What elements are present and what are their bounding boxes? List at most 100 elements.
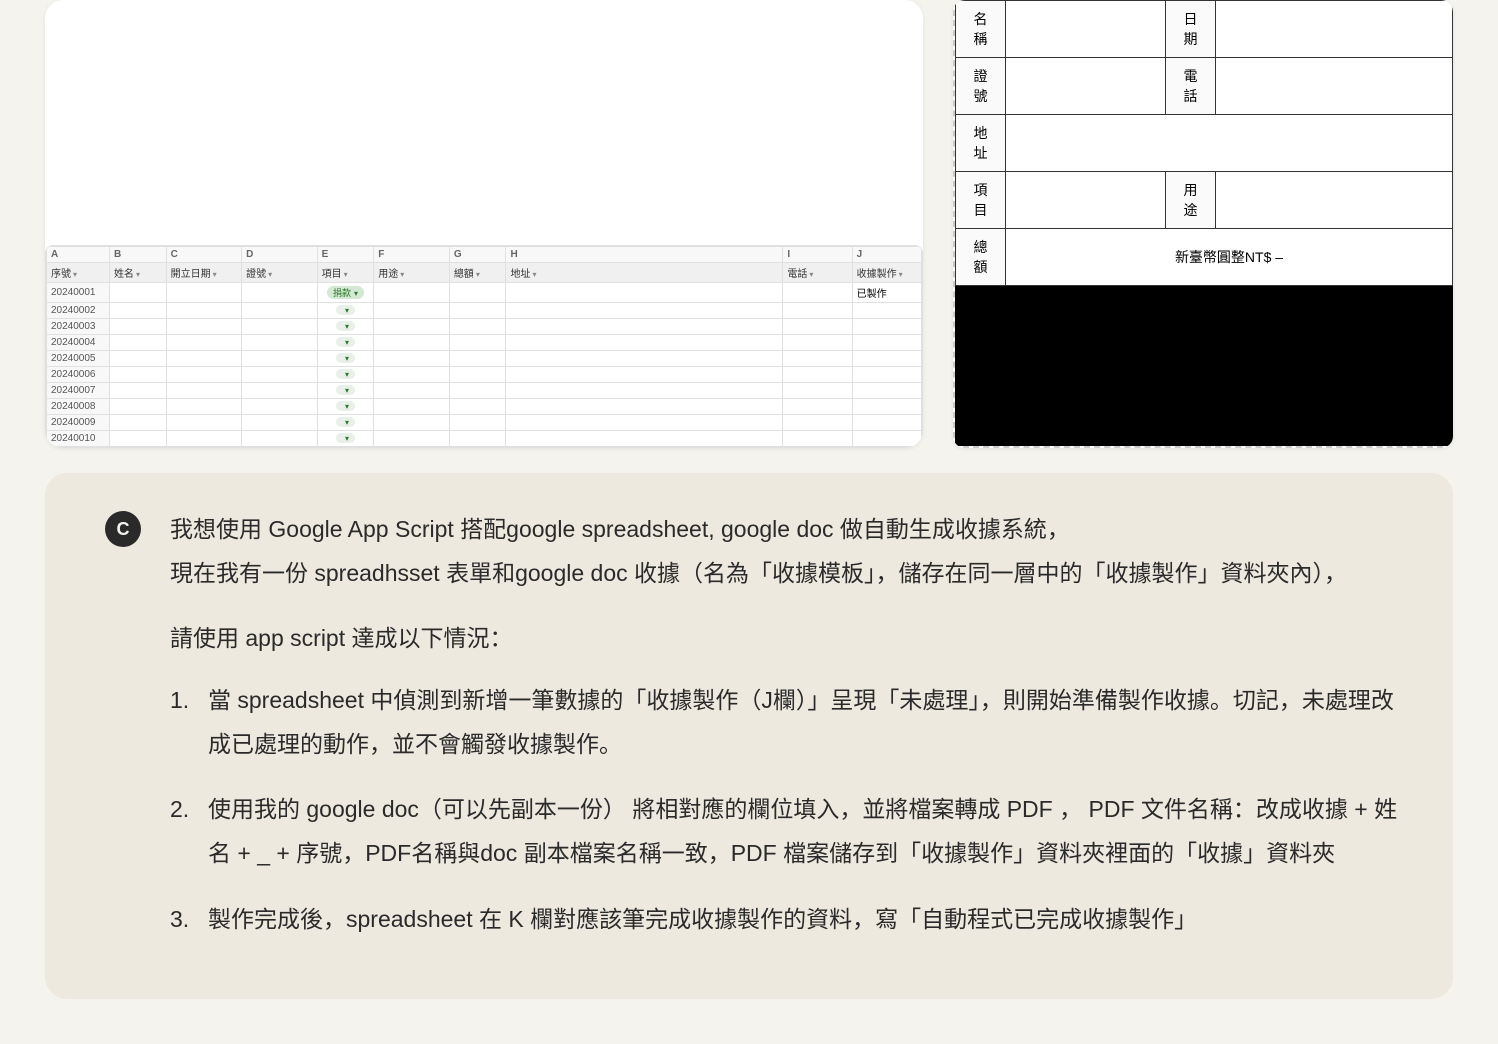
- cell-idno[interactable]: [242, 367, 318, 383]
- cell-total[interactable]: [449, 415, 506, 431]
- cell-seq[interactable]: 20240007: [47, 383, 110, 399]
- cell-name[interactable]: [109, 367, 166, 383]
- cell-item[interactable]: ▾: [317, 415, 374, 431]
- cell-total[interactable]: [449, 319, 506, 335]
- cell-item[interactable]: ▾: [317, 431, 374, 447]
- cell-name[interactable]: [109, 283, 166, 303]
- cell-name[interactable]: [109, 335, 166, 351]
- filter-icon[interactable]: ▾: [532, 270, 536, 279]
- cell-date[interactable]: [166, 431, 242, 447]
- cell-name[interactable]: [109, 383, 166, 399]
- cell-idno[interactable]: [242, 415, 318, 431]
- item-dropdown[interactable]: 捐款▾: [327, 286, 364, 299]
- cell-address[interactable]: [506, 399, 783, 415]
- filter-icon[interactable]: ▾: [809, 270, 813, 279]
- table-row[interactable]: 20240006▾: [47, 367, 922, 383]
- cell-address[interactable]: [506, 283, 783, 303]
- table-row[interactable]: 20240003 ▾: [47, 319, 922, 335]
- table-row[interactable]: 20240007▾: [47, 383, 922, 399]
- cell-phone[interactable]: [783, 335, 852, 351]
- cell-purpose[interactable]: [374, 319, 450, 335]
- item-dropdown[interactable]: ▾: [336, 401, 355, 411]
- cell-receipt[interactable]: [852, 351, 921, 367]
- cell-name[interactable]: [109, 303, 166, 319]
- filter-icon[interactable]: ▾: [476, 270, 480, 279]
- cell-idno[interactable]: [242, 383, 318, 399]
- item-dropdown[interactable]: ▾: [336, 337, 355, 347]
- filter-icon[interactable]: ▾: [136, 270, 140, 279]
- cell-seq[interactable]: 20240008: [47, 399, 110, 415]
- cell-phone[interactable]: [783, 399, 852, 415]
- cell-date[interactable]: [166, 335, 242, 351]
- table-row[interactable]: 20240009▾: [47, 415, 922, 431]
- table-row[interactable]: 20240008 ▾: [47, 399, 922, 415]
- cell-address[interactable]: [506, 319, 783, 335]
- cell-phone[interactable]: [783, 415, 852, 431]
- cell-date[interactable]: [166, 367, 242, 383]
- cell-seq[interactable]: 20240003: [47, 319, 110, 335]
- filter-icon[interactable]: ▾: [899, 270, 903, 279]
- cell-purpose[interactable]: [374, 415, 450, 431]
- cell-date[interactable]: [166, 303, 242, 319]
- cell-item[interactable]: ▾: [317, 351, 374, 367]
- cell-total[interactable]: [449, 399, 506, 415]
- cell-receipt[interactable]: [852, 335, 921, 351]
- cell-address[interactable]: [506, 351, 783, 367]
- cell-purpose[interactable]: [374, 383, 450, 399]
- cell-item[interactable]: ▾: [317, 399, 374, 415]
- cell-seq[interactable]: 20240005: [47, 351, 110, 367]
- cell-receipt[interactable]: [852, 303, 921, 319]
- cell-phone[interactable]: [783, 303, 852, 319]
- item-dropdown[interactable]: ▾: [336, 417, 355, 427]
- cell-phone[interactable]: [783, 431, 852, 447]
- cell-item[interactable]: ▾: [317, 367, 374, 383]
- cell-item[interactable]: ▾: [317, 335, 374, 351]
- cell-date[interactable]: [166, 399, 242, 415]
- cell-receipt[interactable]: 已製作: [852, 283, 921, 303]
- cell-name[interactable]: [109, 319, 166, 335]
- cell-date[interactable]: [166, 283, 242, 303]
- cell-receipt[interactable]: [852, 367, 921, 383]
- table-row[interactable]: 20240002 ▾: [47, 303, 922, 319]
- cell-phone[interactable]: [783, 283, 852, 303]
- cell-idno[interactable]: [242, 283, 318, 303]
- filter-icon[interactable]: ▾: [268, 270, 272, 279]
- cell-item[interactable]: ▾: [317, 319, 374, 335]
- cell-idno[interactable]: [242, 399, 318, 415]
- cell-purpose[interactable]: [374, 335, 450, 351]
- cell-seq[interactable]: 20240001: [47, 283, 110, 303]
- cell-idno[interactable]: [242, 303, 318, 319]
- item-dropdown[interactable]: ▾: [336, 369, 355, 379]
- cell-receipt[interactable]: [852, 399, 921, 415]
- cell-address[interactable]: [506, 415, 783, 431]
- cell-name[interactable]: [109, 351, 166, 367]
- filter-icon[interactable]: ▾: [73, 270, 77, 279]
- cell-address[interactable]: [506, 431, 783, 447]
- cell-item[interactable]: 捐款▾: [317, 283, 374, 303]
- item-dropdown[interactable]: ▾: [336, 321, 355, 331]
- cell-purpose[interactable]: [374, 351, 450, 367]
- cell-phone[interactable]: [783, 319, 852, 335]
- cell-item[interactable]: ▾: [317, 303, 374, 319]
- filter-icon[interactable]: ▾: [344, 270, 348, 279]
- cell-total[interactable]: [449, 335, 506, 351]
- cell-idno[interactable]: [242, 319, 318, 335]
- cell-idno[interactable]: [242, 335, 318, 351]
- table-row[interactable]: 20240001 捐款▾ 已製作: [47, 283, 922, 303]
- cell-phone[interactable]: [783, 383, 852, 399]
- table-row[interactable]: 20240004▾: [47, 335, 922, 351]
- cell-date[interactable]: [166, 351, 242, 367]
- cell-total[interactable]: [449, 303, 506, 319]
- cell-receipt[interactable]: [852, 431, 921, 447]
- cell-idno[interactable]: [242, 431, 318, 447]
- cell-name[interactable]: [109, 415, 166, 431]
- cell-seq[interactable]: 20240010: [47, 431, 110, 447]
- cell-seq[interactable]: 20240002: [47, 303, 110, 319]
- cell-receipt[interactable]: [852, 319, 921, 335]
- cell-idno[interactable]: [242, 351, 318, 367]
- cell-date[interactable]: [166, 383, 242, 399]
- filter-icon[interactable]: ▾: [400, 270, 404, 279]
- filter-icon[interactable]: ▾: [213, 270, 217, 279]
- cell-receipt[interactable]: [852, 383, 921, 399]
- item-dropdown[interactable]: ▾: [336, 353, 355, 363]
